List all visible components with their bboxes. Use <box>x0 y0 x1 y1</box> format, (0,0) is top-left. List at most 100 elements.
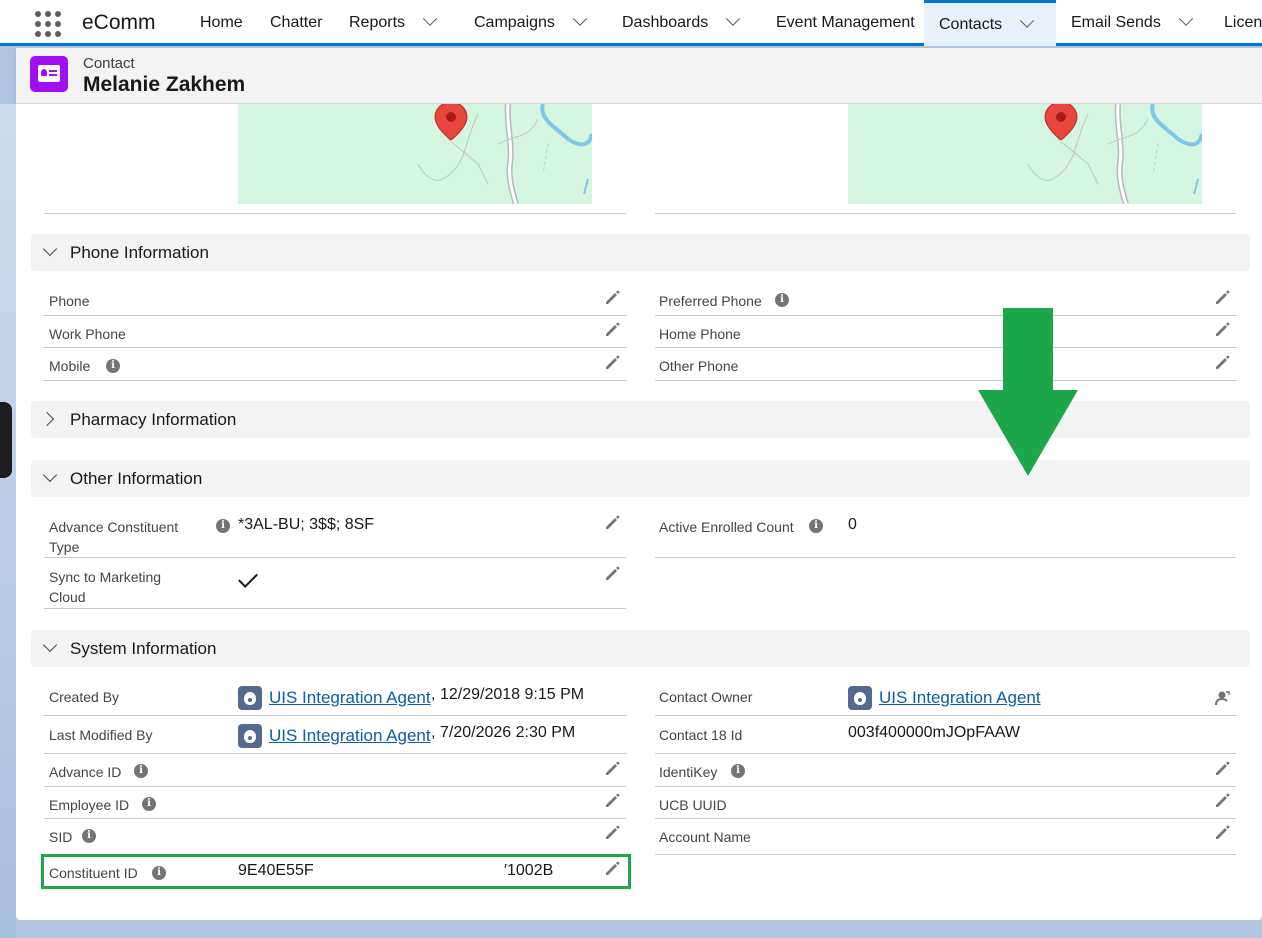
edit-pencil-icon[interactable] <box>603 860 621 878</box>
info-icon[interactable]: i <box>82 829 96 843</box>
field-value-constituent-id-part2: ′1002B <box>504 862 554 879</box>
chevron-down-icon[interactable] <box>42 241 58 257</box>
side-panel-handle[interactable] <box>0 402 12 478</box>
last-modified-date: 7/20/2026 2:30 PM <box>440 724 576 741</box>
field-label-last-modified-by: Last Modified By <box>49 727 153 743</box>
last-modified-user-link[interactable]: UIS Integration Agent <box>269 726 431 746</box>
edit-pencil-icon[interactable] <box>1213 321 1231 339</box>
divider <box>44 380 626 381</box>
field-label-active-enrolled-count: Active Enrolled Count <box>659 519 794 535</box>
nav-item-chatter[interactable]: Chatter <box>270 0 322 46</box>
background-side-strip <box>0 104 16 938</box>
field-label-sync-to-marketing-cloud: Sync to Marketing Cloud <box>49 569 162 605</box>
divider <box>44 557 626 558</box>
edit-pencil-icon[interactable] <box>603 289 621 307</box>
nav-item-home[interactable]: Home <box>200 0 243 46</box>
divider <box>655 715 1236 716</box>
field-label-contact-owner: Contact Owner <box>659 689 753 705</box>
chevron-down-icon[interactable] <box>42 637 58 653</box>
nav-item-email-sends[interactable]: Email Sends <box>1071 0 1193 46</box>
global-navigation-bar: eComm Home Chatter Reports Campaigns Das… <box>0 0 1262 46</box>
field-label-home-phone: Home Phone <box>659 326 741 342</box>
section-title: Other Information <box>70 468 203 488</box>
info-icon[interactable]: i <box>809 519 823 533</box>
divider <box>655 380 1236 381</box>
edit-pencil-icon[interactable] <box>603 321 621 339</box>
user-avatar-icon <box>238 724 262 748</box>
edit-pencil-icon[interactable] <box>603 565 621 583</box>
nav-item-licenses[interactable]: Licens <box>1224 0 1262 46</box>
field-label-contact-18-id: Contact 18 Id <box>659 727 743 743</box>
edit-pencil-icon[interactable] <box>1213 289 1231 307</box>
divider <box>44 818 626 819</box>
edit-pencil-icon[interactable] <box>1213 760 1231 778</box>
contact-owner-user-link[interactable]: UIS Integration Agent <box>879 688 1041 708</box>
created-by-date: 12/29/2018 9:15 PM <box>440 686 585 703</box>
contact-record-icon <box>30 56 68 92</box>
edit-pencil-icon[interactable] <box>1213 824 1231 842</box>
nav-item-label: Licens <box>1224 14 1262 31</box>
chevron-down-icon[interactable] <box>572 11 588 26</box>
divider <box>44 213 626 214</box>
edit-pencil-icon[interactable] <box>603 354 621 372</box>
created-by-separator: , <box>431 686 436 703</box>
created-by-user-link[interactable]: UIS Integration Agent <box>269 688 431 708</box>
section-header-system-information[interactable]: System Information <box>31 630 1250 667</box>
field-label-phone: Phone <box>49 293 90 309</box>
section-title: Phone Information <box>70 242 209 262</box>
chevron-down-icon[interactable] <box>422 11 438 26</box>
chevron-down-icon[interactable] <box>726 11 741 26</box>
change-owner-icon[interactable] <box>1213 689 1231 707</box>
field-value-constituent-id-part1: 9E40E55F <box>238 862 314 879</box>
divider <box>655 315 1236 316</box>
section-header-phone-information[interactable]: Phone Information <box>31 234 1250 271</box>
info-icon[interactable]: i <box>216 519 230 533</box>
nav-item-label: Dashboards <box>622 14 709 31</box>
field-label-other-phone: Other Phone <box>659 358 739 374</box>
nav-item-label: Contacts <box>939 15 1003 33</box>
divider <box>655 557 1236 558</box>
record-type-label: Contact <box>83 55 135 72</box>
field-label-account-name: Account Name <box>659 829 751 845</box>
nav-item-dashboards[interactable]: Dashboards <box>622 0 741 46</box>
chevron-right-icon[interactable] <box>39 411 55 427</box>
edit-pencil-icon[interactable] <box>603 514 621 532</box>
section-title: Pharmacy Information <box>70 409 237 429</box>
edit-pencil-icon[interactable] <box>1213 354 1231 372</box>
edit-pencil-icon[interactable] <box>603 824 621 842</box>
field-label-constituent-id: Constituent ID <box>49 865 138 881</box>
other-address-map[interactable] <box>848 104 1202 204</box>
nav-item-event-management[interactable]: Event Management <box>776 0 915 46</box>
info-icon[interactable]: i <box>152 866 166 880</box>
chevron-down-icon[interactable] <box>1178 11 1193 26</box>
divider <box>44 315 626 316</box>
info-icon[interactable]: i <box>775 293 789 307</box>
divider <box>655 213 1236 214</box>
app-launcher-icon[interactable] <box>35 11 61 37</box>
divider <box>655 753 1236 754</box>
map-pin-icon <box>1044 104 1078 140</box>
nav-item-reports[interactable]: Reports <box>349 0 438 46</box>
record-header: Contact Melanie Zakhem <box>16 48 1262 104</box>
nav-item-contacts[interactable]: Contacts <box>924 0 1056 46</box>
nav-item-label: Email Sends <box>1071 14 1161 31</box>
field-label-ucb-uuid: UCB UUID <box>659 797 727 813</box>
field-label-mobile: Mobile <box>49 358 91 374</box>
chevron-down-icon[interactable] <box>1020 13 1035 28</box>
nav-item-campaigns[interactable]: Campaigns <box>474 0 588 46</box>
edit-pencil-icon[interactable] <box>603 760 621 778</box>
info-icon[interactable]: i <box>731 764 745 778</box>
divider <box>44 715 626 716</box>
mailing-address-map[interactable] <box>238 104 592 204</box>
field-value-advance-constituent-type: *3AL-BU; 3$$; 8SF <box>238 516 375 533</box>
info-icon[interactable]: i <box>142 797 156 811</box>
info-icon[interactable]: i <box>134 764 148 778</box>
field-label-created-by: Created By <box>49 689 120 705</box>
edit-pencil-icon[interactable] <box>1213 792 1231 810</box>
edit-pencil-icon[interactable] <box>603 792 621 810</box>
info-icon[interactable]: i <box>106 359 120 373</box>
nav-item-label: Event Management <box>776 14 915 31</box>
chevron-down-icon[interactable] <box>42 467 58 483</box>
map-pin-icon <box>434 104 468 140</box>
nav-item-label: Campaigns <box>474 14 555 31</box>
